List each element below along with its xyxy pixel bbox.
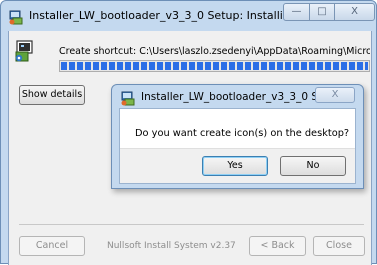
installer-app-icon xyxy=(9,10,23,25)
maximize-button[interactable]: □ xyxy=(309,3,335,21)
footer-separator xyxy=(19,224,364,225)
minimize-button[interactable]: — xyxy=(283,3,310,21)
show-details-label: Show details xyxy=(21,89,83,100)
cancel-button[interactable]: Cancel xyxy=(19,236,85,256)
dialog-title: Installer_LW_bootloader_v3_3_0 Setup xyxy=(141,91,342,103)
install-progress-fill xyxy=(61,62,368,70)
title-bar[interactable]: Installer_LW_bootloader_v3_3_0 Setup: In… xyxy=(1,1,376,31)
close-installer-button[interactable]: Close xyxy=(313,236,365,256)
close-button[interactable]: X xyxy=(334,3,375,21)
show-details-button[interactable]: Show details xyxy=(19,85,85,105)
no-button[interactable]: No xyxy=(280,156,346,176)
install-status-text: Create shortcut: C:\Users\laszlo.zsedeny… xyxy=(59,46,370,57)
install-progress-bar xyxy=(59,60,370,72)
nsis-brand-text: Nullsoft Install System v2.37 xyxy=(107,241,236,251)
desktop-icon-dialog: Installer_LW_bootloader_v3_3_0 Setup X D… xyxy=(111,84,364,189)
yes-button[interactable]: Yes xyxy=(202,156,268,176)
dialog-button-bar: Yes No xyxy=(120,148,355,183)
dialog-close-button[interactable]: X xyxy=(315,87,355,103)
installer-detail-icon xyxy=(15,40,33,62)
dialog-body: Do you want create icon(s) on the deskto… xyxy=(119,108,356,184)
dialog-question: Do you want create icon(s) on the deskto… xyxy=(135,128,350,139)
window-title: Installer_LW_bootloader_v3_3_0 Setup: In… xyxy=(29,9,297,22)
back-button[interactable]: < Back xyxy=(249,236,306,256)
installer-app-icon xyxy=(121,91,135,106)
